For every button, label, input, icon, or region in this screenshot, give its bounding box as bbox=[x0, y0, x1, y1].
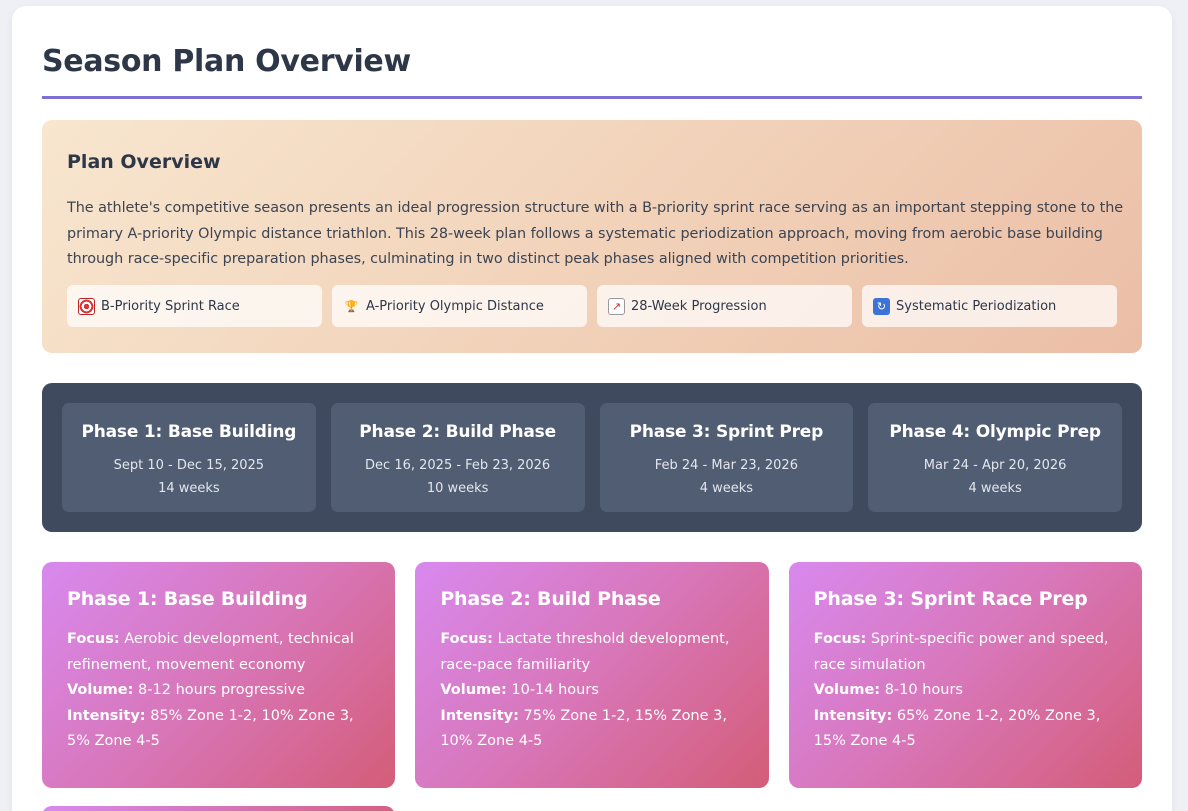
phase-focus: Focus: Sprint-specific power and speed, … bbox=[814, 627, 1117, 678]
focus-label: Focus: bbox=[67, 631, 120, 647]
phase-card-olympic-prep-partial bbox=[42, 806, 395, 811]
timeline-phase-1[interactable]: Phase 1: Base Building Sept 10 - Dec 15,… bbox=[62, 403, 316, 512]
phase-focus: Focus: Lactate threshold development, ra… bbox=[440, 627, 743, 678]
plan-overview-heading: Plan Overview bbox=[67, 151, 221, 173]
timeline-phase-name: Phase 4: Olympic Prep bbox=[889, 422, 1101, 442]
focus-label: Focus: bbox=[440, 631, 493, 647]
cycle-arrows-icon: ↻ bbox=[873, 297, 890, 315]
trophy-icon: 🏆 bbox=[344, 299, 359, 313]
tag-olympic-distance: 🏆 A-Priority Olympic Distance bbox=[332, 285, 587, 327]
timeline-phase-weeks: 4 weeks bbox=[968, 481, 1022, 496]
focus-label: Focus: bbox=[813, 631, 867, 647]
timeline-phase-name: Phase 1: Base Building bbox=[81, 422, 297, 442]
timeline-phase-name: Phase 3: Sprint Prep bbox=[629, 422, 824, 442]
tag-week-progression: ↗ 28-Week Progression bbox=[597, 285, 852, 327]
timeline-phase-3[interactable]: Phase 3: Sprint Prep Feb 24 - Mar 23, 20… bbox=[599, 403, 854, 512]
tag-sprint-race: B-Priority Sprint Race bbox=[67, 285, 322, 327]
tag-periodization: ↻ Systematic Periodization bbox=[862, 285, 1117, 327]
timeline-phase-4[interactable]: Phase 4: Olympic Prep Mar 24 - Apr 20, 2… bbox=[868, 403, 1122, 512]
phase-volume: Volume: 8-12 hours progressive bbox=[67, 678, 370, 704]
timeline-phase-dates: Dec 16, 2025 - Feb 23, 2026 bbox=[365, 458, 551, 473]
phase-intensity: Intensity: 75% Zone 1-2, 15% Zone 3, 10%… bbox=[440, 704, 743, 755]
phase-focus: Focus: Aerobic development, technical re… bbox=[67, 627, 370, 678]
target-icon bbox=[78, 297, 95, 315]
intensity-label: Intensity: bbox=[813, 707, 893, 724]
phase-card-sprint-race-prep: Phase 3: Sprint Race Prep Focus: Sprint-… bbox=[788, 562, 1142, 788]
phase-card-title: Phase 2: Build Phase bbox=[440, 588, 661, 610]
timeline-phase-dates: Mar 24 - Apr 20, 2026 bbox=[923, 458, 1067, 473]
phase-intensity: Intensity: 65% Zone 1-2, 20% Zone 3, 15%… bbox=[814, 704, 1117, 755]
plan-overview-text: The athlete's competitive season present… bbox=[67, 200, 1124, 267]
phase-detail-cards: Phase 1: Base Building Focus: Aerobic de… bbox=[42, 562, 1142, 788]
timeline-phase-weeks: 4 weeks bbox=[699, 481, 754, 496]
intensity-label: Intensity: bbox=[67, 707, 146, 724]
timeline-phase-dates: Feb 24 - Mar 23, 2026 bbox=[654, 458, 798, 473]
phase-card-title: Phase 3: Sprint Race Prep bbox=[813, 588, 1088, 610]
timeline-phase-name: Phase 2: Build Phase bbox=[359, 422, 556, 442]
timeline-phase-weeks: 14 weeks bbox=[158, 481, 220, 496]
timeline-phase-weeks: 10 weeks bbox=[426, 481, 489, 496]
timeline-phase-2[interactable]: Phase 2: Build Phase Dec 16, 2025 - Feb … bbox=[330, 403, 585, 512]
volume-value: 8-10 hours bbox=[884, 682, 963, 698]
phase-card-base-building: Phase 1: Base Building Focus: Aerobic de… bbox=[42, 562, 396, 788]
phase-card-build: Phase 2: Build Phase Focus: Lactate thre… bbox=[415, 562, 769, 788]
plan-highlight-tags: B-Priority Sprint Race 🏆 A-Priority Olym… bbox=[67, 285, 1117, 327]
volume-label: Volume: bbox=[813, 682, 881, 698]
phase-volume: Volume: 8-10 hours bbox=[814, 678, 1117, 704]
season-plan-page: Season Plan Overview Plan Overview The a… bbox=[12, 6, 1172, 811]
tag-label: Systematic Periodization bbox=[896, 298, 1057, 314]
tag-label: 28-Week Progression bbox=[631, 298, 767, 314]
tag-label: A-Priority Olympic Distance bbox=[366, 298, 544, 314]
volume-label: Volume: bbox=[67, 682, 134, 698]
plan-overview-panel: Plan Overview The athlete's competitive … bbox=[42, 120, 1142, 353]
volume-value: 8-12 hours progressive bbox=[138, 682, 306, 698]
volume-value: 10-14 hours bbox=[511, 682, 599, 698]
volume-label: Volume: bbox=[440, 682, 507, 698]
phase-card-title: Phase 1: Base Building bbox=[67, 588, 308, 610]
timeline-phase-dates: Sept 10 - Dec 15, 2025 bbox=[113, 458, 265, 473]
phase-intensity: Intensity: 85% Zone 1-2, 10% Zone 3, 5% … bbox=[67, 704, 370, 755]
tag-label: B-Priority Sprint Race bbox=[101, 298, 240, 314]
page-title: Season Plan Overview bbox=[42, 44, 411, 79]
chart-increasing-icon: ↗ bbox=[608, 297, 625, 315]
phase-timeline: Phase 1: Base Building Sept 10 - Dec 15,… bbox=[42, 383, 1142, 532]
title-divider bbox=[42, 96, 1142, 99]
intensity-label: Intensity: bbox=[440, 707, 519, 724]
phase-volume: Volume: 10-14 hours bbox=[440, 678, 743, 704]
